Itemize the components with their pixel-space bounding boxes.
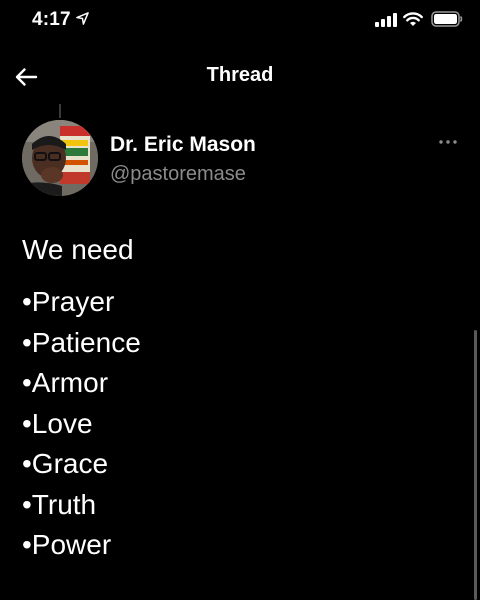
scroll-indicator[interactable] (474, 330, 477, 600)
list-item: •Armor (22, 367, 109, 398)
list-item: •Prayer (22, 286, 115, 317)
tweet-bullet-list: •Prayer •Patience •Armor •Love •Grace •T… (22, 282, 442, 566)
list-item: •Patience (22, 326, 141, 358)
battery-icon (431, 11, 463, 27)
list-item: •Love (22, 407, 93, 439)
list-item: •Grace (22, 448, 109, 479)
author-name[interactable]: Dr. Eric Mason (110, 133, 256, 157)
page-title: Thread (206, 64, 274, 86)
cellular-signal-icon (375, 13, 397, 27)
status-bar: 4:17 (0, 0, 480, 44)
wifi-icon (403, 12, 423, 26)
location-arrow-icon (76, 12, 89, 25)
tweet-intro-text: We need (22, 234, 134, 265)
list-item: •Power (22, 529, 112, 560)
status-time: 4:17 (32, 9, 71, 30)
tweet-body: We need •Prayer •Patience •Armor •Love •… (22, 232, 442, 566)
author-handle[interactable]: @pastoremase (110, 163, 246, 186)
tweet-author-row: Dr. Eric Mason @pastoremase (0, 118, 480, 202)
more-options-icon (439, 140, 457, 144)
reply-connector-line (59, 104, 61, 118)
list-item: •Truth (22, 488, 97, 520)
avatar-image (22, 120, 98, 196)
nav-header: Thread (0, 50, 480, 106)
more-options-button[interactable] (434, 132, 462, 152)
avatar[interactable] (22, 120, 98, 196)
